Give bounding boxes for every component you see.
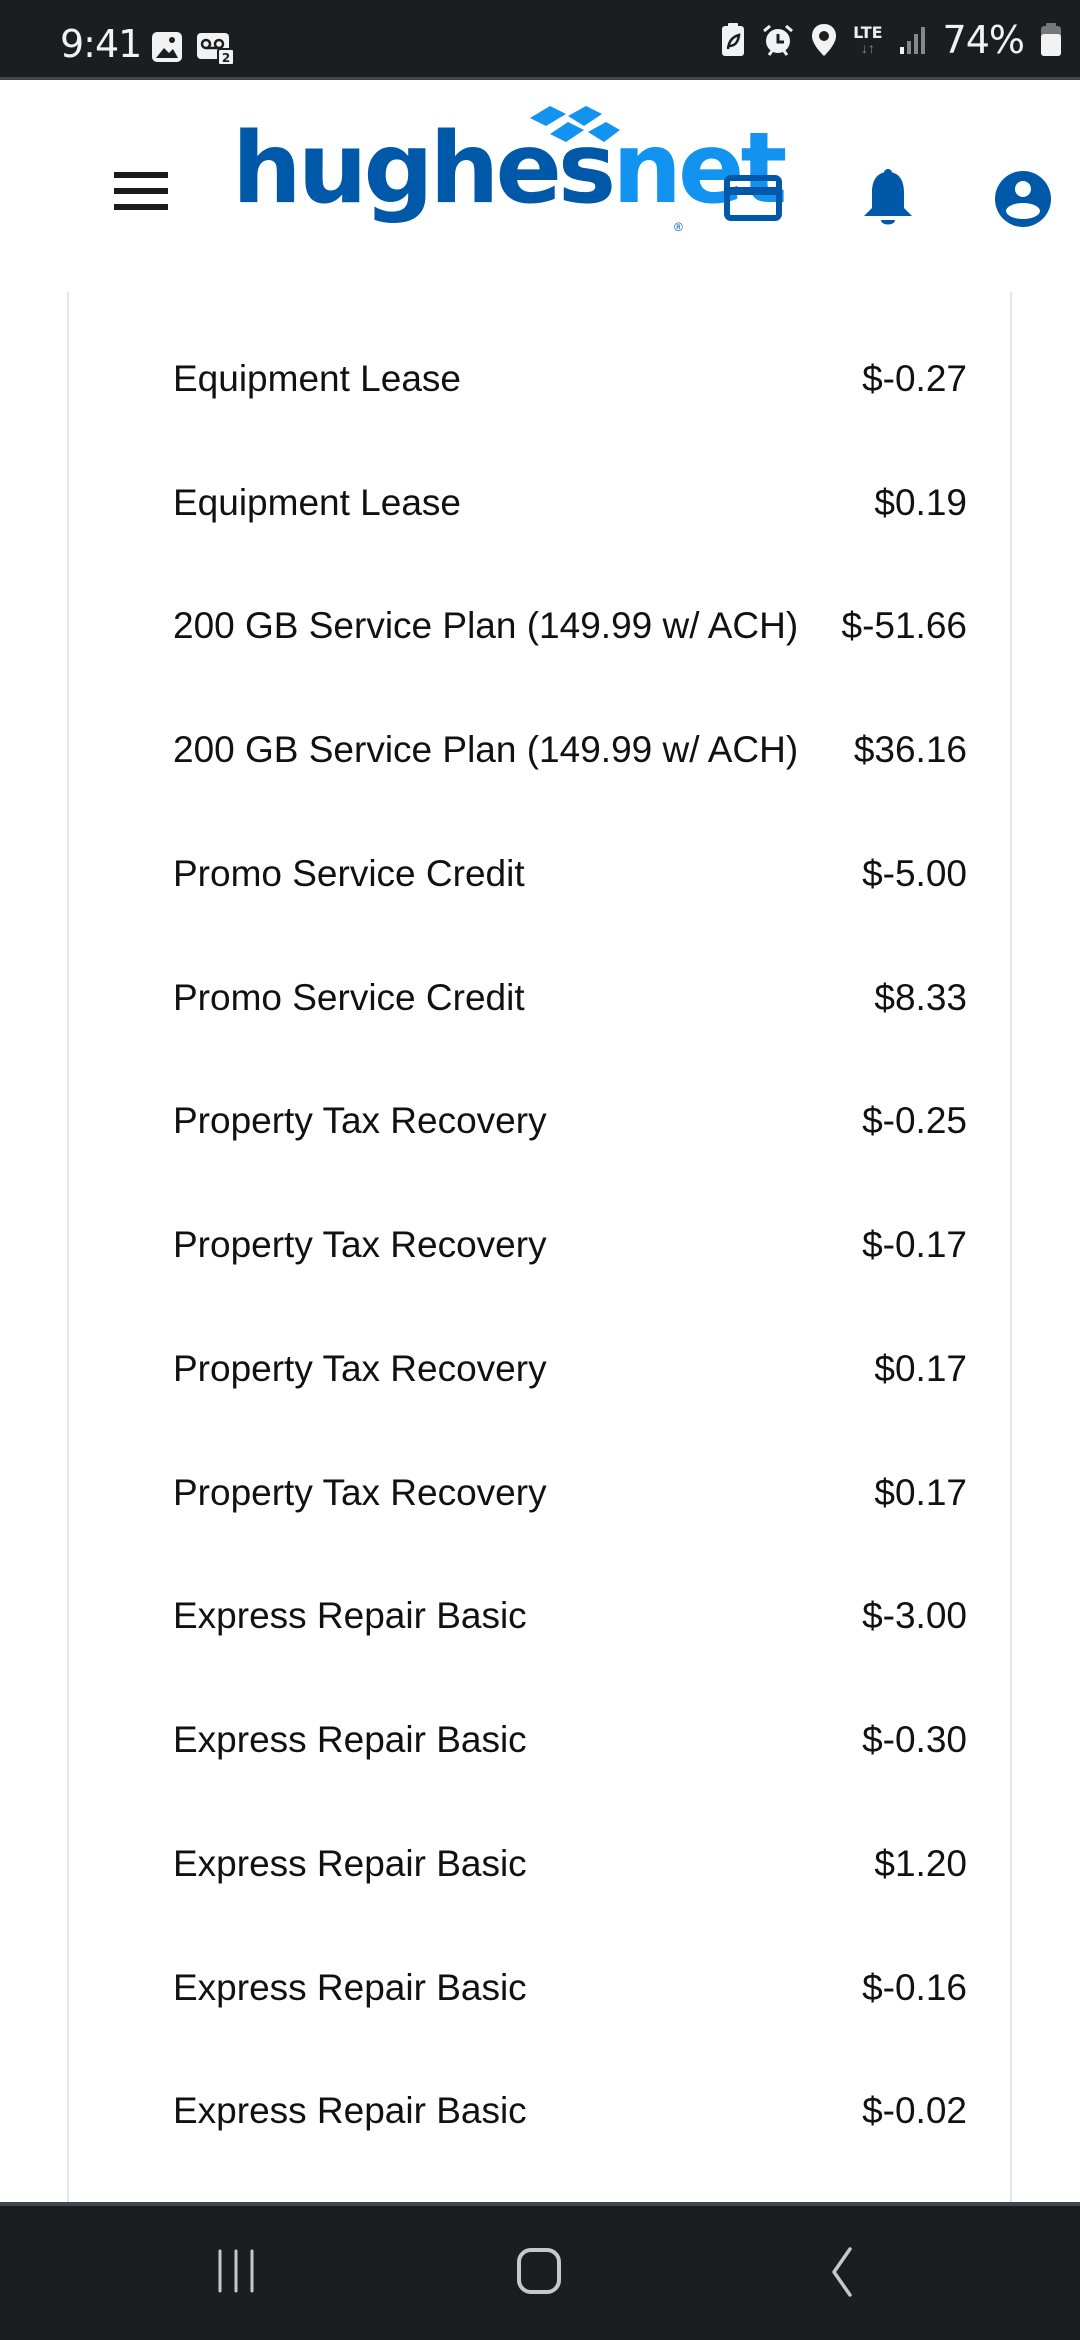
charge-row: Property Tax Recovery $0.17 — [173, 1339, 967, 1399]
charge-description: Promo Service Credit — [173, 853, 525, 894]
status-bar: 9:41 2 LTE ↓↑ 74% — [0, 0, 1080, 80]
charge-description: Property Tax Recovery — [173, 1224, 547, 1265]
charge-description: Property Tax Recovery — [173, 1348, 547, 1389]
charge-amount: $8.33 — [874, 977, 967, 1018]
account-icon[interactable] — [994, 170, 1052, 228]
location-icon — [812, 24, 837, 56]
charge-amount: $0.19 — [874, 482, 967, 523]
charge-amount: $-0.02 — [862, 2090, 967, 2131]
charge-row: Equipment Lease $-0.27 — [173, 349, 967, 409]
charge-amount: $-0.25 — [862, 1100, 967, 1141]
charge-description: Property Tax Recovery — [173, 1472, 547, 1513]
home-icon[interactable] — [512, 2246, 566, 2296]
charge-amount: $-0.27 — [862, 358, 967, 399]
charge-description: Express Repair Basic — [173, 1967, 527, 2008]
charge-row: Express Repair Basic $-0.02 — [173, 2081, 967, 2141]
charge-amount: $0.17 — [874, 1472, 967, 1513]
status-right-group: LTE ↓↑ 74% — [721, 14, 1062, 66]
charge-description: 200 GB Service Plan (149.99 w/ ACH) — [173, 605, 799, 646]
charge-amount: $-0.16 — [862, 1967, 967, 2008]
charge-description: Express Repair Basic — [173, 1595, 527, 1636]
alarm-icon — [763, 24, 794, 56]
charges-card: Equipment Lease $-0.27 Equipment Lease $… — [67, 292, 1012, 2202]
charge-description: Equipment Lease — [173, 482, 461, 523]
charge-description: Equipment Lease — [173, 358, 461, 399]
charge-amount: $-0.17 — [862, 1224, 967, 1265]
back-icon[interactable] — [822, 2246, 862, 2298]
svg-text:2: 2 — [222, 51, 230, 65]
credit-card-icon[interactable] — [724, 175, 782, 221]
charge-amount: $-5.00 — [862, 853, 967, 894]
charge-amount: $-51.66 — [841, 605, 968, 646]
voicemail-icon: 2 — [197, 33, 235, 66]
charge-row: Property Tax Recovery $-0.17 — [173, 1215, 967, 1275]
charge-description: Express Repair Basic — [173, 1719, 527, 1760]
charge-row: Property Tax Recovery $0.17 — [173, 1463, 967, 1523]
charge-row: Express Repair Basic $-3.00 — [173, 1586, 967, 1646]
charge-description: Property Tax Recovery — [173, 1100, 547, 1141]
hughesnet-logo[interactable]: hughesnet ® — [232, 102, 787, 234]
charge-row: Equipment Lease $0.19 — [173, 473, 967, 533]
charge-description: 200 GB Service Plan (149.99 w/ ACH) — [173, 729, 799, 770]
system-nav-bar — [0, 2202, 1080, 2340]
charge-row: Express Repair Basic $-0.30 — [173, 1710, 967, 1770]
lte-data-icon: LTE ↓↑ — [853, 23, 883, 56]
app-header: hughesnet ® — [0, 80, 1080, 290]
charge-amount: $-0.30 — [862, 1719, 967, 1760]
charge-row: Express Repair Basic $-0.16 — [173, 1958, 967, 2018]
battery-saver-icon — [722, 23, 745, 56]
charge-amount: $1.20 — [874, 1843, 967, 1884]
charge-row: Promo Service Credit $-5.00 — [173, 844, 967, 904]
charge-amount: $-3.00 — [862, 1595, 967, 1636]
status-time: 9:41 — [60, 22, 142, 66]
recent-apps-icon[interactable] — [210, 2246, 262, 2296]
charge-row: 200 GB Service Plan (149.99 w/ ACH) $36.… — [173, 720, 967, 780]
charge-amount: $36.16 — [853, 729, 967, 770]
gallery-icon — [152, 32, 182, 62]
charge-row: Promo Service Credit $8.33 — [173, 968, 967, 1028]
charge-description: Express Repair Basic — [173, 2090, 527, 2131]
logo-wordmark: hughesnet — [232, 112, 787, 226]
battery-icon — [1041, 23, 1061, 56]
charge-amount: $0.17 — [874, 1348, 967, 1389]
charge-row: Property Tax Recovery $-0.25 — [173, 1091, 967, 1151]
signal-icon — [899, 27, 925, 54]
hamburger-menu-icon[interactable] — [114, 172, 168, 212]
charge-row: 200 GB Service Plan (149.99 w/ ACH) $-51… — [173, 596, 967, 656]
charge-row: Express Repair Basic $1.20 — [173, 1834, 967, 1894]
bell-icon[interactable] — [862, 168, 914, 230]
charge-description: Promo Service Credit — [173, 977, 525, 1018]
battery-percent: 74% — [942, 18, 1025, 62]
charge-description: Express Repair Basic — [173, 1843, 527, 1884]
